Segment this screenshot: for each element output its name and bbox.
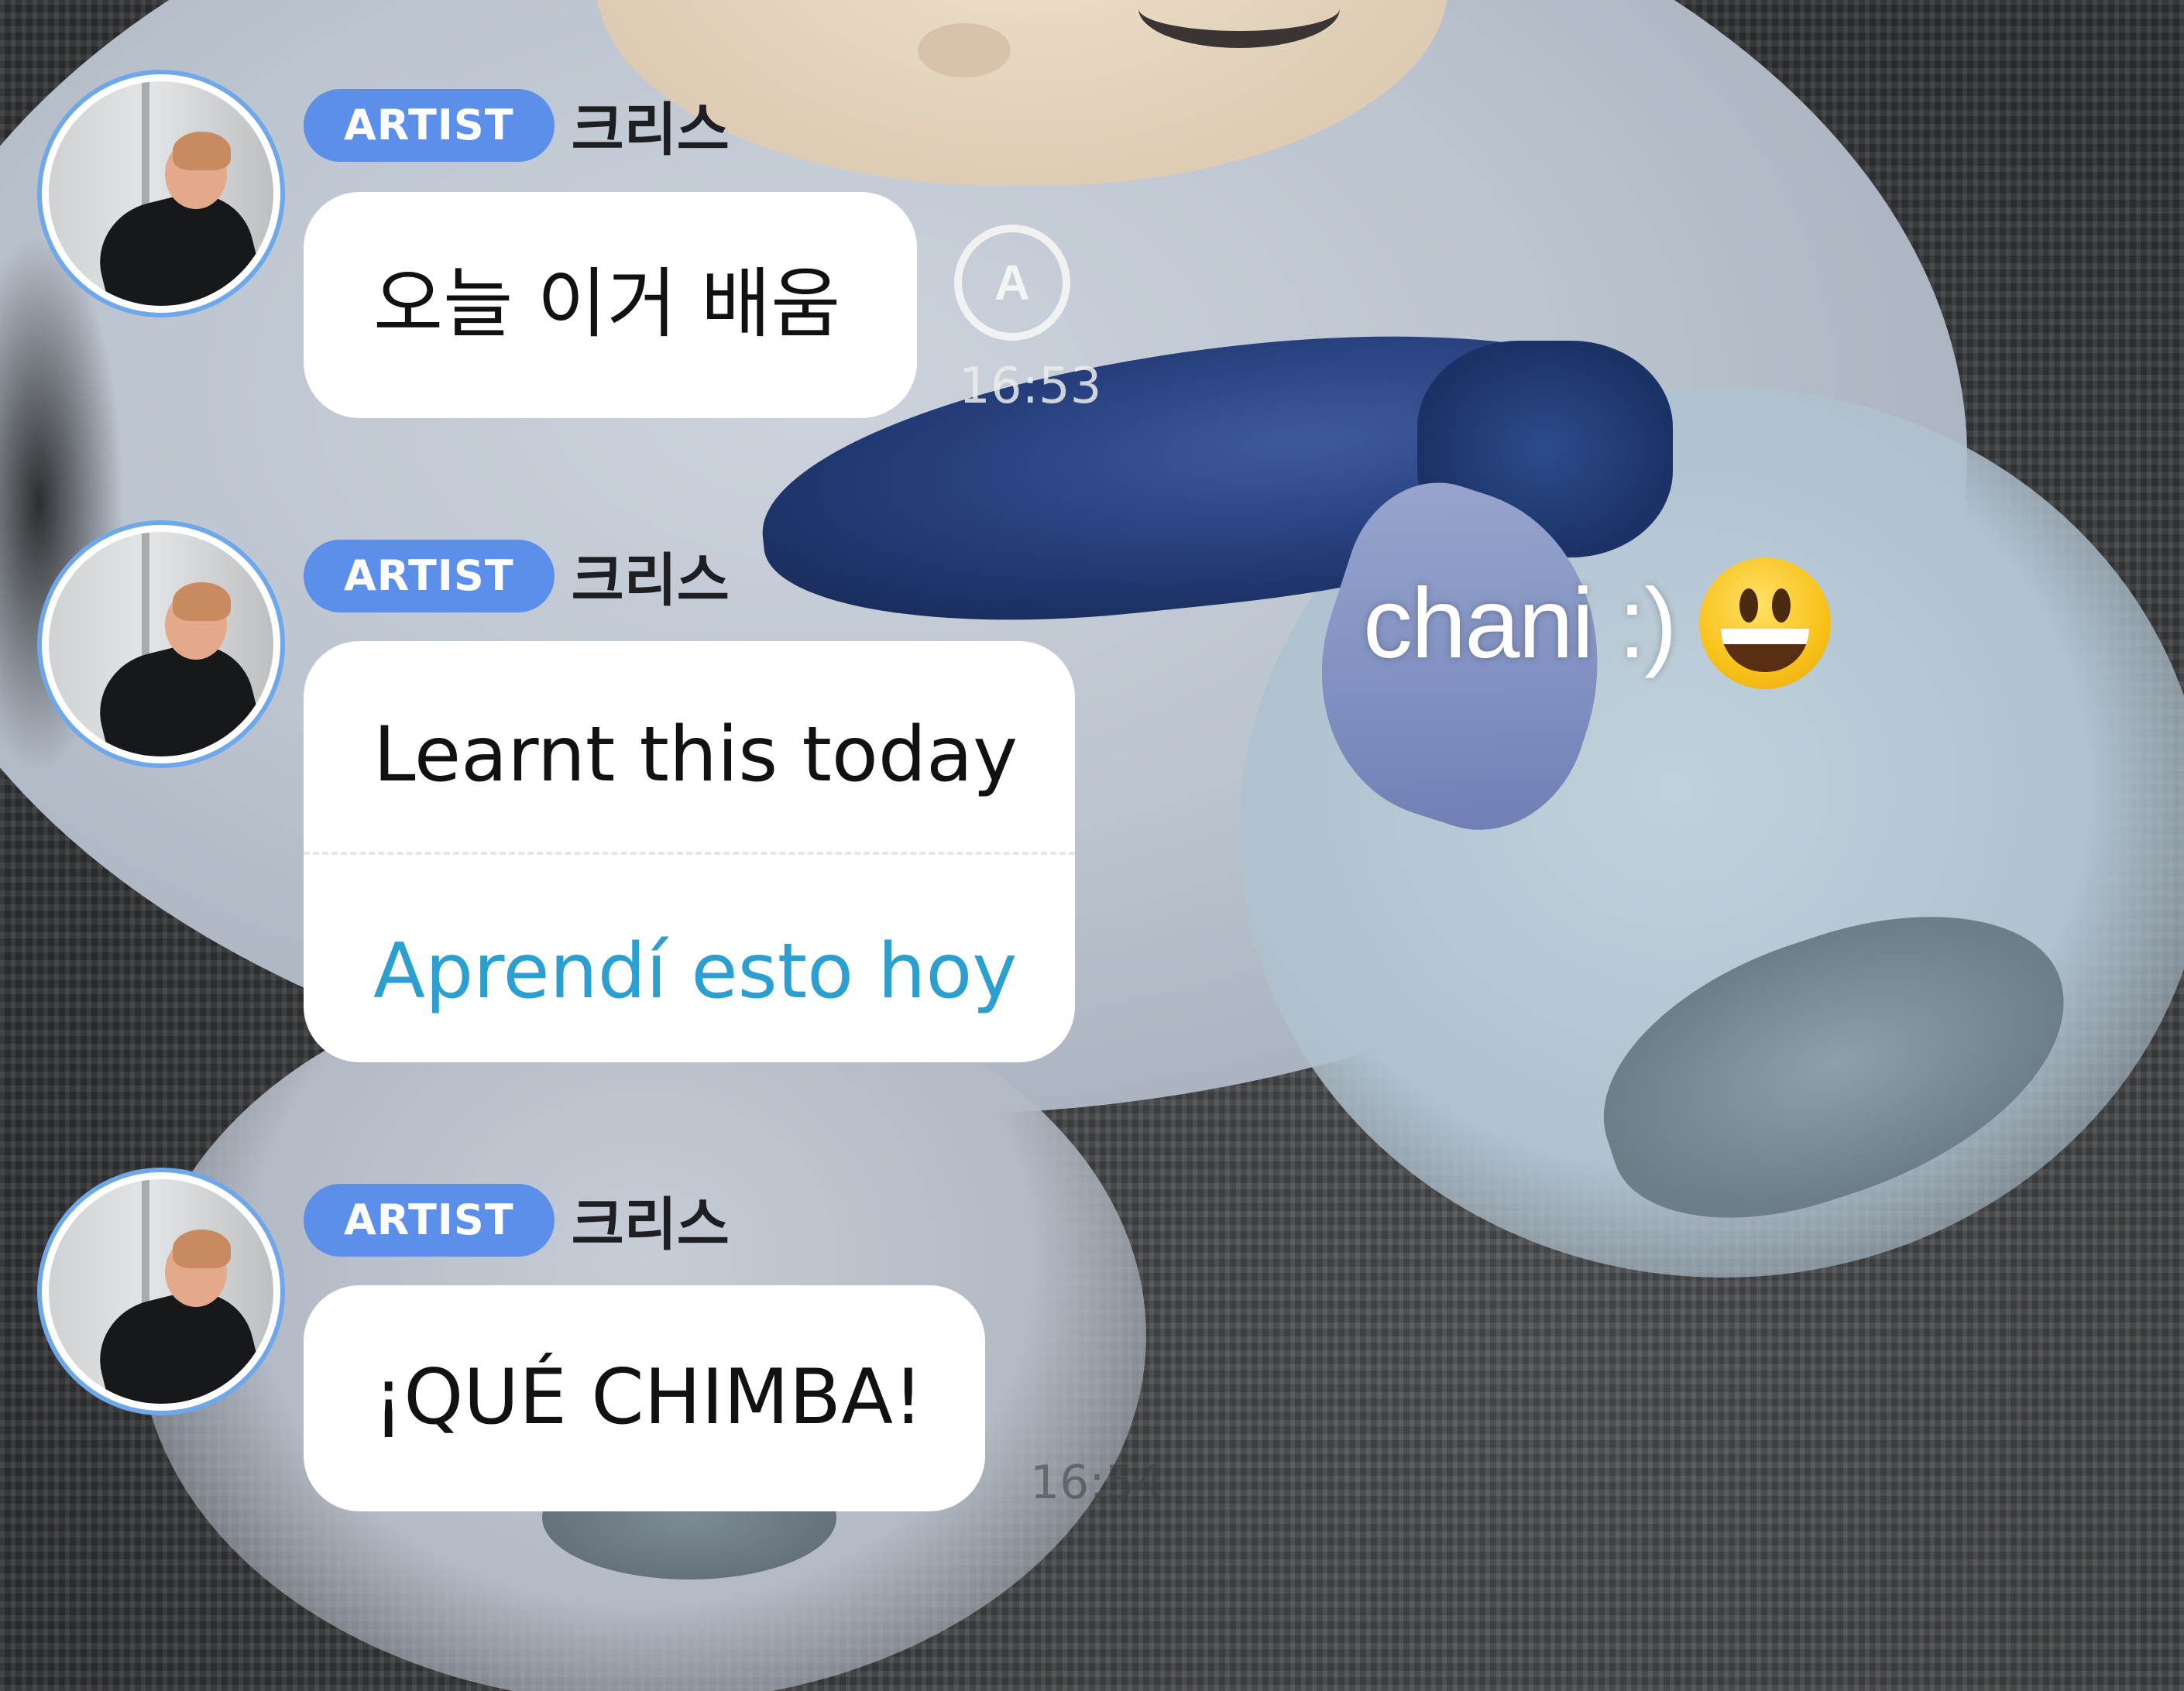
message-text: ¡QUÉ CHIMBA! [373, 1353, 924, 1442]
avatar[interactable] [37, 70, 285, 317]
grinning-face-emoji-icon [1698, 557, 1831, 689]
sender-name[interactable]: 크리스 [572, 1178, 730, 1261]
artist-badge: ARTIST [304, 539, 555, 612]
avatar-photo [49, 81, 273, 306]
sender-name[interactable]: 크리스 [572, 534, 730, 617]
avatar-photo [49, 1179, 273, 1404]
translated-text: Aprendí esto hoy [373, 928, 1018, 1016]
artist-badge: ARTIST [304, 88, 555, 162]
caption-text: chani :) [1363, 568, 1677, 679]
avatar[interactable] [37, 1168, 285, 1415]
translation-divider [304, 852, 1075, 855]
avatar-photo [49, 532, 273, 756]
message-header: ARTIST 크리스 [304, 1178, 730, 1261]
artist-badge: ARTIST [304, 1183, 555, 1257]
sender-name[interactable]: 크리스 [572, 84, 730, 166]
message-time: 16:54 [1030, 1456, 1164, 1510]
message-text: 오늘 이거 배움 [373, 260, 841, 348]
translate-icon[interactable]: A [954, 225, 1070, 341]
message-text: Learnt this today [373, 711, 1018, 799]
message-bubble[interactable]: 오늘 이거 배움 [304, 192, 917, 418]
plush-face-cheek [918, 23, 1011, 77]
message-bubble[interactable]: ¡QUÉ CHIMBA! [304, 1285, 985, 1511]
message-header: ARTIST 크리스 [304, 534, 730, 617]
message-bubble-translated[interactable]: Learnt this today Aprendí esto hoy [304, 641, 1075, 1062]
avatar[interactable] [37, 520, 285, 768]
message-header: ARTIST 크리스 [304, 84, 730, 166]
caption-sticker: chani :) [1363, 557, 1831, 689]
message-time: 16:53 [959, 358, 1102, 415]
